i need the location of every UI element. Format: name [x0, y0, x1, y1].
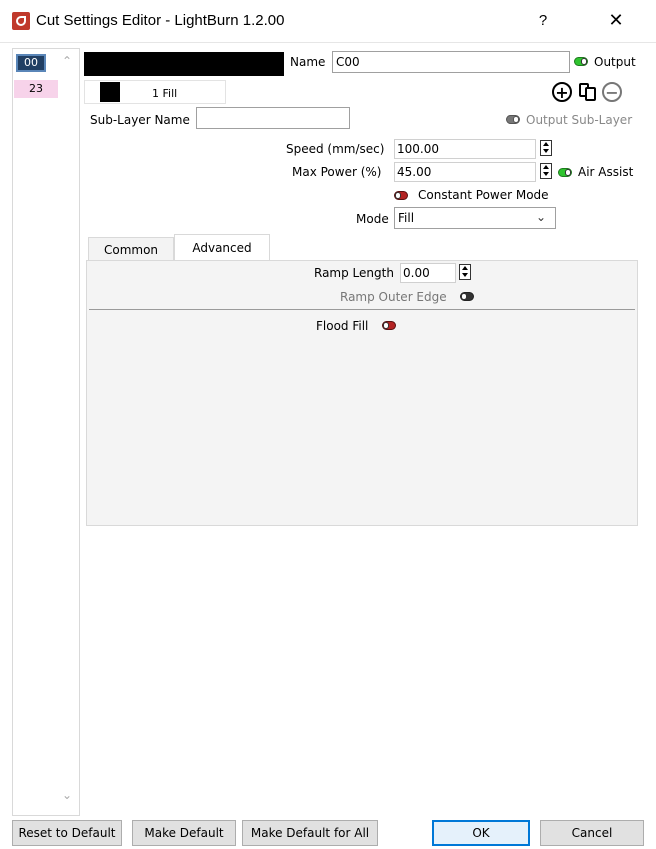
sublayer-color-swatch[interactable] — [100, 82, 120, 102]
layer-item-00[interactable]: 00 — [16, 54, 46, 72]
sublayer-name-label: Sub-Layer Name — [90, 113, 190, 127]
name-input[interactable]: C00 — [332, 51, 570, 73]
speed-label: Speed (mm/sec) — [286, 142, 385, 156]
air-assist-toggle[interactable] — [558, 168, 572, 177]
speed-input[interactable]: 100.00 — [394, 139, 536, 159]
mode-label: Mode — [356, 212, 389, 226]
cancel-button[interactable]: Cancel — [540, 820, 644, 846]
reset-to-default-button[interactable]: Reset to Default — [12, 820, 122, 846]
ramp-outer-edge-toggle[interactable] — [460, 292, 474, 301]
help-button[interactable]: ? — [528, 8, 558, 34]
ramp-length-label: Ramp Length — [314, 266, 394, 280]
lightburn-logo-icon — [12, 12, 30, 30]
output-sublayer-toggle[interactable] — [506, 115, 520, 124]
tab-advanced[interactable]: Advanced — [174, 234, 270, 261]
remove-icon[interactable]: − — [602, 82, 622, 102]
window-title: Cut Settings Editor - LightBurn 1.2.00 — [36, 12, 285, 29]
mode-select[interactable]: Fill — [394, 207, 556, 229]
layer-item-23[interactable]: 23 — [14, 80, 58, 98]
chevron-down-icon[interactable]: ⌄ — [536, 210, 546, 224]
max-power-input[interactable]: 45.00 — [394, 162, 536, 182]
ok-button[interactable]: OK — [432, 820, 530, 846]
add-icon[interactable]: + — [552, 82, 572, 102]
copy-icon[interactable] — [578, 82, 598, 102]
speed-spinner-icon[interactable] — [540, 140, 552, 156]
flood-fill-label: Flood Fill — [316, 319, 369, 333]
layer-list[interactable] — [12, 48, 80, 816]
layer-color-swatch[interactable] — [84, 52, 284, 76]
output-toggle[interactable] — [574, 57, 588, 66]
scroll-down-icon[interactable]: ⌄ — [60, 788, 74, 802]
close-icon[interactable]: ✕ — [596, 8, 636, 34]
tab-common[interactable]: Common — [88, 237, 174, 261]
max-power-spinner-icon[interactable] — [540, 163, 552, 179]
make-default-for-all-button[interactable]: Make Default for All — [242, 820, 378, 846]
output-label: Output — [594, 55, 636, 69]
ramp-length-input[interactable]: 0.00 — [400, 263, 456, 283]
output-sublayer-label: Output Sub-Layer — [526, 113, 633, 127]
sublayer-name-input[interactable] — [196, 107, 350, 129]
make-default-button[interactable]: Make Default — [132, 820, 236, 846]
name-label: Name — [290, 55, 326, 69]
panel-divider — [89, 309, 635, 310]
scroll-up-icon[interactable]: ⌃ — [60, 54, 74, 68]
constant-power-toggle[interactable] — [394, 191, 408, 200]
flood-fill-toggle[interactable] — [382, 321, 396, 330]
ramp-length-spinner-icon[interactable] — [459, 264, 471, 280]
sublayer-tab-label: 1 Fill — [152, 87, 178, 100]
max-power-label: Max Power (%) — [292, 165, 382, 179]
air-assist-label: Air Assist — [578, 165, 634, 179]
ramp-outer-edge-label: Ramp Outer Edge — [340, 290, 447, 304]
constant-power-label: Constant Power Mode — [418, 188, 549, 202]
